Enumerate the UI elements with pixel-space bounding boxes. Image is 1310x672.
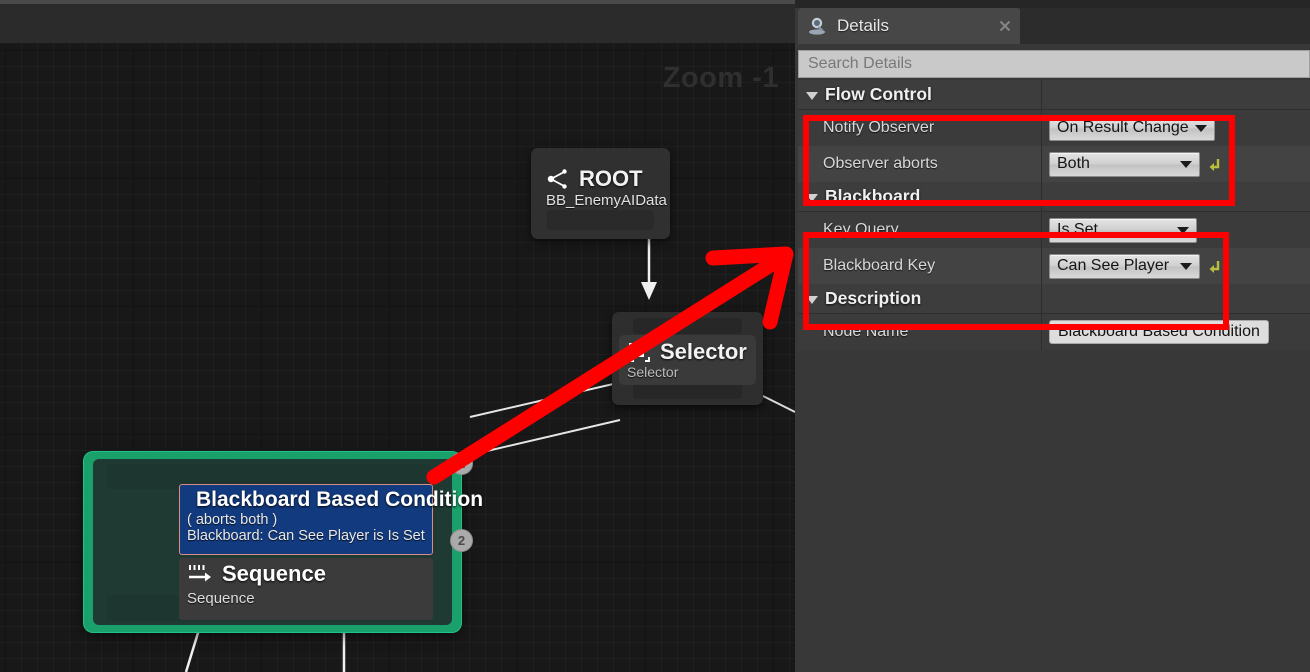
chevron-down-icon (1194, 124, 1207, 132)
execution-index-badge-1: 1 (450, 452, 473, 475)
category-title: Blackboard (825, 186, 921, 206)
sequence-title-row: Sequence (187, 561, 426, 587)
decorator-aborts-line: ( aborts both ) (187, 512, 278, 528)
category-header-blackboard[interactable]: Blackboard (798, 182, 1310, 212)
property-label: Observer aborts (823, 155, 938, 172)
details-panel: Details Search Details Flow Control Notif… (795, 0, 1310, 672)
property-row: Blackboard Key Can See Player (798, 248, 1310, 284)
reset-to-default-icon[interactable] (1207, 156, 1222, 172)
column-divider (1041, 182, 1042, 211)
column-divider (1041, 212, 1042, 248)
selector-node-icon (629, 342, 650, 362)
tab-details-label: Details (837, 16, 889, 35)
property-row: Observer aborts Both (798, 146, 1310, 182)
category-title: Flow Control (825, 84, 932, 104)
property-row: Node Name Blackboard Based Condition (798, 314, 1310, 350)
root-node-body: ROOT BB_EnemyAIData (538, 162, 667, 216)
decorator-title-row: Blackboard Based Condition (187, 488, 483, 512)
root-node-icon (547, 168, 567, 189)
editor-toolbar (0, 0, 795, 44)
close-icon[interactable] (998, 19, 1012, 33)
property-label: Node Name (823, 323, 909, 340)
column-divider (1041, 284, 1042, 313)
category-header-flow-control[interactable]: Flow Control (798, 80, 1310, 110)
selector-node-body: Selector Selector (619, 335, 756, 385)
column-divider (1041, 314, 1042, 350)
sequence-subtitle: Sequence (187, 590, 255, 607)
dropdown-selected-value: On Result Change (1057, 119, 1189, 136)
root-node-title-row: ROOT (546, 167, 655, 190)
root-node-subtitle: BB_EnemyAIData (546, 192, 667, 210)
dropdown-key-query[interactable]: Is Set (1049, 217, 1197, 243)
tab-strip-background (1020, 8, 1310, 44)
selector-node-child-slot (633, 383, 742, 399)
selector-node-subtitle: Selector (627, 364, 679, 381)
property-row: Notify Observer On Result Change (798, 110, 1310, 146)
column-divider (1041, 248, 1042, 284)
chevron-down-icon (1177, 226, 1189, 234)
dropdown-observer-aborts[interactable]: Both (1049, 151, 1200, 177)
behavior-tree-graph-canvas[interactable]: Zoom -1 ROOT BB_EnemyAIData Selector Sel… (0, 44, 795, 672)
selector-node-title-row: Selector (627, 340, 748, 363)
behavior-tree-editor: Zoom -1 ROOT BB_EnemyAIData Selector Sel… (0, 0, 1310, 672)
details-category-list: Flow Control Notify Observer On Result Cha… (798, 80, 1310, 350)
dropdown-selected-value: Is Set (1057, 221, 1098, 238)
dropdown-blackboard-key[interactable]: Can See Player (1049, 253, 1200, 279)
property-row: Key Query Is Set (798, 212, 1310, 248)
chevron-down-icon (1180, 262, 1192, 270)
search-details-placeholder: Search Details (808, 55, 913, 72)
decorator-blackboard-based-condition[interactable]: Blackboard Based Condition ( aborts both… (179, 484, 483, 555)
dropdown-notify-observer[interactable]: On Result Change (1049, 115, 1215, 141)
dropdown-selected-value: Can See Player (1057, 257, 1170, 274)
chevron-down-icon (806, 91, 818, 100)
column-divider (1041, 110, 1042, 146)
sequence-title: Sequence (222, 561, 326, 586)
property-label: Blackboard Key (823, 257, 936, 274)
search-details-input[interactable]: Search Details (798, 50, 1310, 78)
property-label: Notify Observer (823, 119, 935, 136)
execution-index-badge-2: 2 (450, 529, 473, 552)
dropdown-selected-value: Both (1057, 155, 1090, 172)
category-header-description[interactable]: Description (798, 284, 1310, 314)
column-divider (1041, 146, 1042, 182)
property-value-cell: Is Set (1041, 217, 1310, 243)
property-value-cell: On Result Change (1041, 115, 1310, 141)
sequence-icon (189, 565, 211, 582)
bt-node-sequence-selected[interactable]: Blackboard Based Condition ( aborts both… (84, 452, 483, 632)
bt-node-root[interactable]: ROOT BB_EnemyAIData (531, 148, 670, 239)
root-node-title: ROOT (579, 166, 643, 191)
property-value-cell: Both (1041, 151, 1310, 177)
column-divider (1041, 80, 1042, 109)
category-title: Description (825, 288, 922, 308)
sequence-composite[interactable]: Sequence Sequence (179, 558, 433, 620)
reset-to-default-icon[interactable] (1207, 258, 1222, 274)
details-panel-icon (809, 17, 825, 35)
selector-node-title: Selector (660, 339, 747, 364)
decorator-title: Blackboard Based Condition (196, 488, 484, 511)
text-field-node-name[interactable]: Blackboard Based Condition (1049, 320, 1269, 344)
chevron-down-icon (806, 295, 818, 304)
chevron-down-icon (1180, 160, 1192, 168)
tab-details[interactable]: Details (798, 8, 1020, 44)
property-label: Key Query (823, 221, 899, 238)
decorator-blackboard-line: Blackboard: Can See Player is Is Set (187, 528, 425, 545)
selector-node-parent-slot (633, 318, 742, 334)
property-value-cell: Blackboard Based Condition (1041, 320, 1310, 344)
zoom-level-label: Zoom -1 (662, 62, 779, 94)
bt-node-selector[interactable]: Selector Selector (612, 312, 763, 405)
property-value-cell: Can See Player (1041, 253, 1310, 279)
chevron-down-icon (806, 193, 818, 202)
panel-top-bar (795, 0, 1310, 8)
